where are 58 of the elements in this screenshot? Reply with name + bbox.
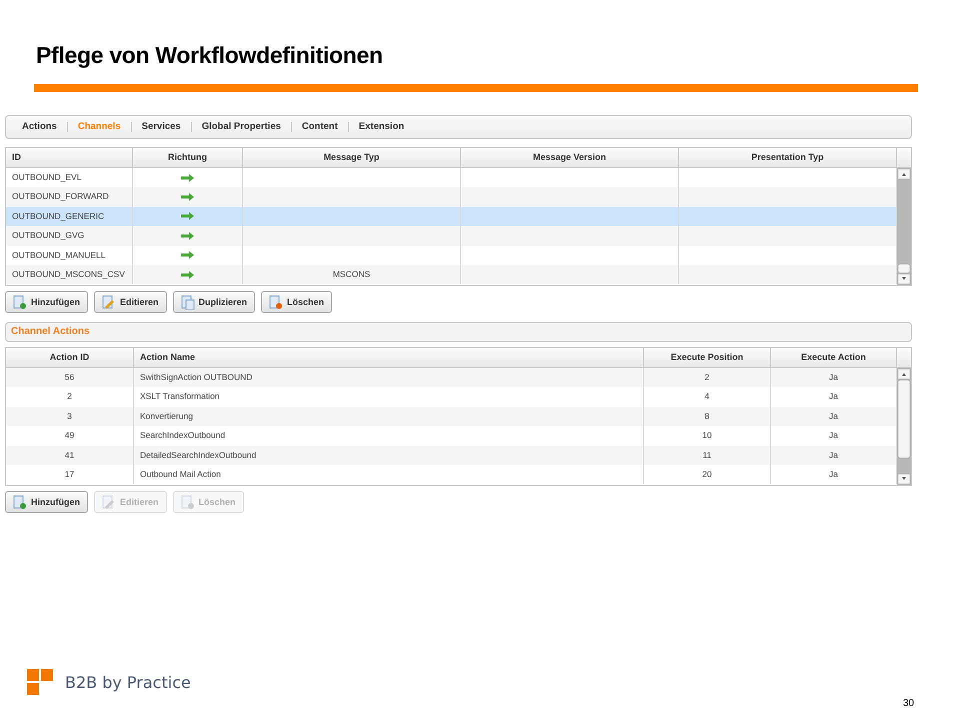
table-cell: 41 (6, 446, 134, 465)
table-cell: Ja (771, 446, 897, 465)
logo-icon (27, 669, 53, 695)
column-header[interactable]: ID (6, 148, 133, 168)
right-arrow-icon (181, 174, 194, 182)
table-cell: OUTBOUND_EVL (6, 168, 133, 188)
column-header[interactable]: Richtung (133, 148, 243, 168)
tab[interactable]: Global Properties (192, 121, 291, 133)
table-cell: 3 (6, 406, 134, 426)
add-document-icon (12, 294, 27, 310)
right-arrow-icon (181, 212, 194, 220)
tab[interactable]: Content (292, 121, 348, 133)
tab[interactable]: Services (132, 121, 191, 133)
scrollbar[interactable] (897, 368, 911, 485)
table-cell: Ja (771, 368, 897, 388)
table-cell: 2 (644, 368, 771, 388)
right-arrow-icon (181, 232, 194, 240)
table-cell: SwithSignAction OUTBOUND (134, 368, 644, 388)
table-cell: OUTBOUND_MANUELL (6, 246, 133, 265)
pencil-icon (101, 494, 116, 510)
duplicate-button[interactable]: Duplizieren (172, 291, 256, 313)
add-document-icon (12, 494, 27, 510)
delete-document-icon (268, 294, 284, 310)
table-cell: 56 (6, 368, 134, 388)
table-cell: 11 (644, 446, 771, 465)
right-arrow-icon (181, 251, 194, 260)
brand-name: B2B by Practice (65, 672, 191, 692)
table-cell: Konvertierung (134, 406, 644, 426)
page-number: 30 (903, 698, 914, 709)
table-cell: MSCONS (243, 264, 461, 284)
table-cell: OUTBOUND_MSCONS_CSV (6, 264, 133, 284)
add-button[interactable]: Hinzufügen (5, 291, 88, 313)
column-header[interactable]: Execute Position (644, 348, 771, 368)
tab[interactable]: Extension (348, 121, 414, 133)
column-header[interactable]: Message Version (461, 148, 679, 168)
column-header[interactable]: Presentation Typ (679, 148, 897, 168)
pencil-icon (101, 294, 116, 310)
table-cell: DetailedSearchIndexOutbound (134, 446, 644, 465)
edit-button[interactable]: Editieren (94, 291, 167, 313)
column-header[interactable]: Message Typ (243, 148, 461, 168)
column-header[interactable]: Action Name (134, 348, 644, 368)
copy-icon (180, 294, 195, 310)
slide-title: Pflege von Workflowdefinitionen (36, 41, 384, 70)
add-button[interactable]: Hinzufügen (5, 491, 88, 513)
table-cell: OUTBOUND_GVG (6, 226, 133, 246)
delete-document-icon (180, 494, 195, 510)
delete-button[interactable]: Löschen (261, 291, 332, 313)
column-header[interactable]: Execute Action (771, 348, 897, 368)
right-arrow-icon (181, 193, 194, 202)
table-cell: OUTBOUND_FORWARD (6, 187, 133, 207)
table-cell: 8 (644, 406, 771, 426)
right-arrow-icon (181, 270, 194, 279)
table-cell: OUTBOUND_GENERIC (6, 206, 133, 226)
table-cell: Ja (771, 406, 897, 426)
scrollbar[interactable] (897, 168, 911, 285)
column-header[interactable]: Action ID (6, 348, 134, 368)
tab[interactable]: Actions (12, 121, 67, 133)
section-title: Channel Actions (5, 322, 912, 342)
